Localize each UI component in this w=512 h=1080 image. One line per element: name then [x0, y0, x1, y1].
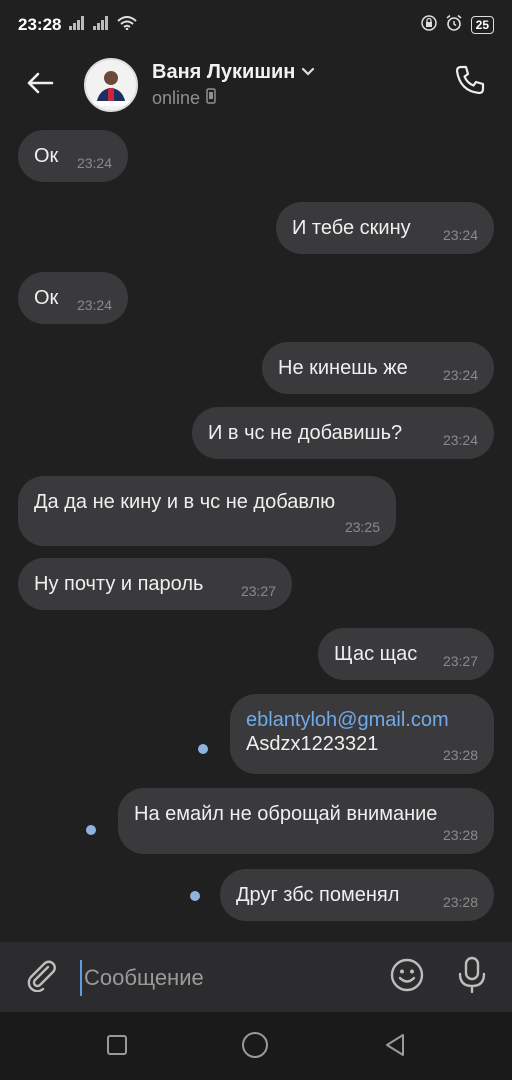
message-time: 23:24 [76, 297, 112, 313]
voice-message-button[interactable] [452, 956, 492, 998]
unread-indicator [198, 744, 208, 754]
message-text: Ок [34, 145, 59, 167]
message-time: 23:24 [76, 155, 112, 171]
message-text: Щас щас [334, 643, 418, 665]
contact-info[interactable]: Ваня Лукишин online [152, 61, 315, 109]
message-bubble-outgoing[interactable]: И тебе скину 23:24 [276, 202, 494, 254]
contact-status-row: online [152, 88, 315, 109]
message-text: И в чс не добавишь? [208, 422, 403, 444]
message-bubble-incoming[interactable]: Ну почту и пароль 23:27 [18, 558, 292, 610]
unread-indicator [86, 825, 96, 835]
status-right: 25 [420, 14, 494, 37]
contact-name-row: Ваня Лукишин [152, 61, 315, 84]
message-text: Не кинешь же [278, 357, 408, 379]
message-bubble-outgoing[interactable]: Друг збс поменял 23:28 [220, 869, 494, 921]
alarm-icon [445, 14, 463, 37]
lock-icon [420, 14, 437, 36]
avatar[interactable] [84, 58, 138, 112]
attach-icon [24, 958, 58, 997]
message-bubble-outgoing[interactable]: На емайл не оброщай внимание 23:28 [118, 788, 494, 854]
message-bubble-incoming[interactable]: Да да не кину и в чс не добавлю 23:25 [18, 476, 396, 546]
message-list[interactable]: Ок 23:24 И тебе скину 23:24 Ок 23:24 Не … [0, 120, 512, 942]
recent-apps-icon [106, 1034, 128, 1061]
message-time: 23:24 [442, 367, 478, 383]
nav-back-button[interactable] [380, 1032, 410, 1062]
chat-header: Ваня Лукишин online [0, 50, 512, 120]
back-arrow-icon [26, 71, 54, 100]
home-icon [241, 1031, 269, 1064]
message-time: 23:27 [240, 583, 276, 599]
mic-icon [456, 956, 488, 999]
message-bubble-outgoing[interactable]: eblantyloh@gmail.com Asdzx1223321 23:28 [230, 694, 494, 774]
contact-status: online [152, 88, 201, 108]
wifi-icon [117, 15, 138, 35]
message-time: 23:25 [344, 519, 380, 535]
message-bubble-outgoing[interactable]: Щас щас 23:27 [318, 628, 494, 680]
emoji-button[interactable] [388, 958, 426, 996]
message-text: На емайл не оброщай внимание [134, 803, 438, 825]
message-composer [0, 942, 512, 1012]
emoji-icon [389, 957, 425, 998]
message-text: И тебе скину [292, 217, 411, 239]
home-button[interactable] [240, 1031, 270, 1064]
message-text: Да да не кину и в чс не добавлю [34, 491, 336, 513]
message-input[interactable] [80, 960, 386, 996]
message-bubble-incoming[interactable]: Ок 23:24 [18, 272, 128, 324]
message-text: Друг збс поменял [236, 884, 400, 906]
signal-icon [69, 15, 85, 35]
contact-name: Ваня Лукишин [152, 61, 296, 83]
message-bubble-outgoing[interactable]: И в чс не добавишь? 23:24 [192, 407, 494, 459]
message-time: 23:28 [442, 747, 478, 763]
call-icon [453, 63, 487, 102]
email-link[interactable]: eblantyloh@gmail.com [246, 708, 478, 732]
attach-button[interactable] [20, 956, 62, 998]
message-time: 23:24 [442, 227, 478, 243]
message-time: 23:28 [442, 827, 478, 843]
unread-indicator [190, 891, 200, 901]
message-time: 23:27 [442, 653, 478, 669]
system-nav-bar [0, 1012, 512, 1080]
status-bar: 23:28 25 [0, 0, 512, 50]
message-text: Ок [34, 287, 59, 309]
battery-icon: 25 [470, 16, 494, 34]
status-left: 23:28 [18, 15, 138, 35]
message-bubble-incoming[interactable]: Ок 23:24 [18, 130, 128, 182]
chat-screen: 23:28 25 Ваня Лукишин online Ок 23:24 И … [0, 0, 512, 1080]
recent-apps-button[interactable] [102, 1032, 132, 1062]
phone-device-icon [206, 88, 216, 109]
message-text: Ну почту и пароль [34, 573, 204, 595]
back-button[interactable] [16, 61, 64, 109]
message-time: 23:28 [442, 894, 478, 910]
message-time: 23:24 [442, 432, 478, 448]
status-time: 23:28 [18, 15, 62, 34]
chevron-down-icon [301, 64, 315, 82]
message-bubble-outgoing[interactable]: Не кинешь же 23:24 [262, 342, 494, 394]
call-button[interactable] [448, 60, 492, 104]
signal-icon [93, 15, 109, 35]
back-icon [383, 1032, 407, 1063]
